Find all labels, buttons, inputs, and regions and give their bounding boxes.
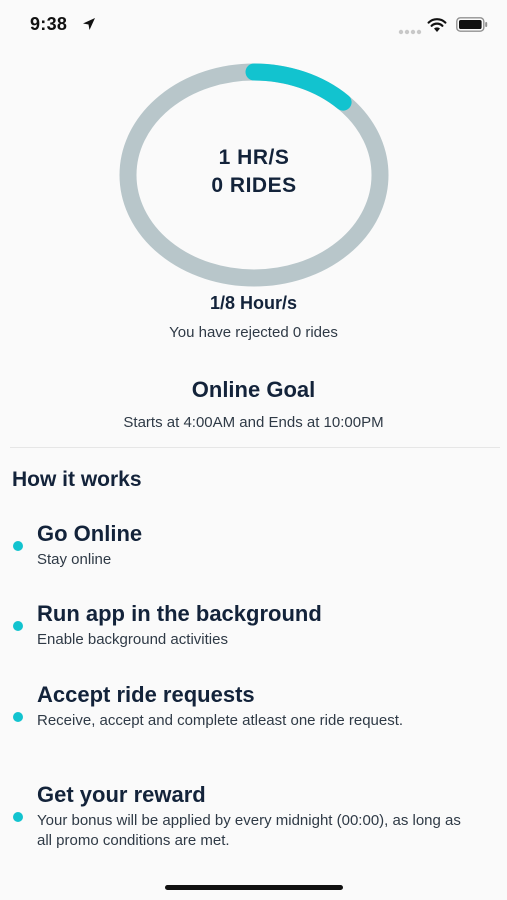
divider — [10, 447, 500, 448]
battery-icon — [456, 17, 488, 32]
step-title: Get your reward — [37, 782, 206, 807]
online-goal-times: Starts at 4:00AM and Ends at 10:00PM — [123, 414, 384, 431]
rejected-rides-text: You have rejected 0 rides — [169, 324, 338, 341]
ring-rides-text: 0 RIDES — [211, 174, 297, 197]
online-goal-title: Online Goal — [191, 377, 316, 402]
step-description: Receive, accept and complete atleast one… — [37, 712, 404, 729]
progress-ring: 1 HR/S 0 RIDES — [118, 62, 390, 288]
ring-hours-text: 1 HR/S — [218, 146, 290, 169]
bullet-dot-icon — [13, 621, 23, 631]
hours-progress-label: 1/8 Hour/s — [209, 293, 298, 313]
home-indicator[interactable] — [165, 885, 343, 890]
step-description: Enable background activities — [37, 631, 228, 648]
location-arrow-icon — [83, 18, 95, 30]
step-title: Run app in the background — [37, 601, 322, 626]
how-it-works-title: How it works — [12, 468, 142, 491]
step-title: Accept ride requests — [37, 682, 255, 707]
bullet-dot-icon — [13, 712, 23, 722]
step-description: Your bonus will be applied by every midn… — [37, 812, 461, 849]
status-bar: 9:38 — [0, 0, 507, 52]
bullet-dot-icon — [13, 541, 23, 551]
wifi-icon — [427, 18, 447, 32]
bullet-dot-icon — [13, 812, 23, 822]
progress-ring-arc — [245, 63, 352, 111]
status-time: 9:38 — [30, 14, 68, 34]
step-title: Go Online — [37, 521, 143, 546]
step-description: Stay online — [37, 551, 112, 568]
signal-icon — [398, 29, 422, 35]
